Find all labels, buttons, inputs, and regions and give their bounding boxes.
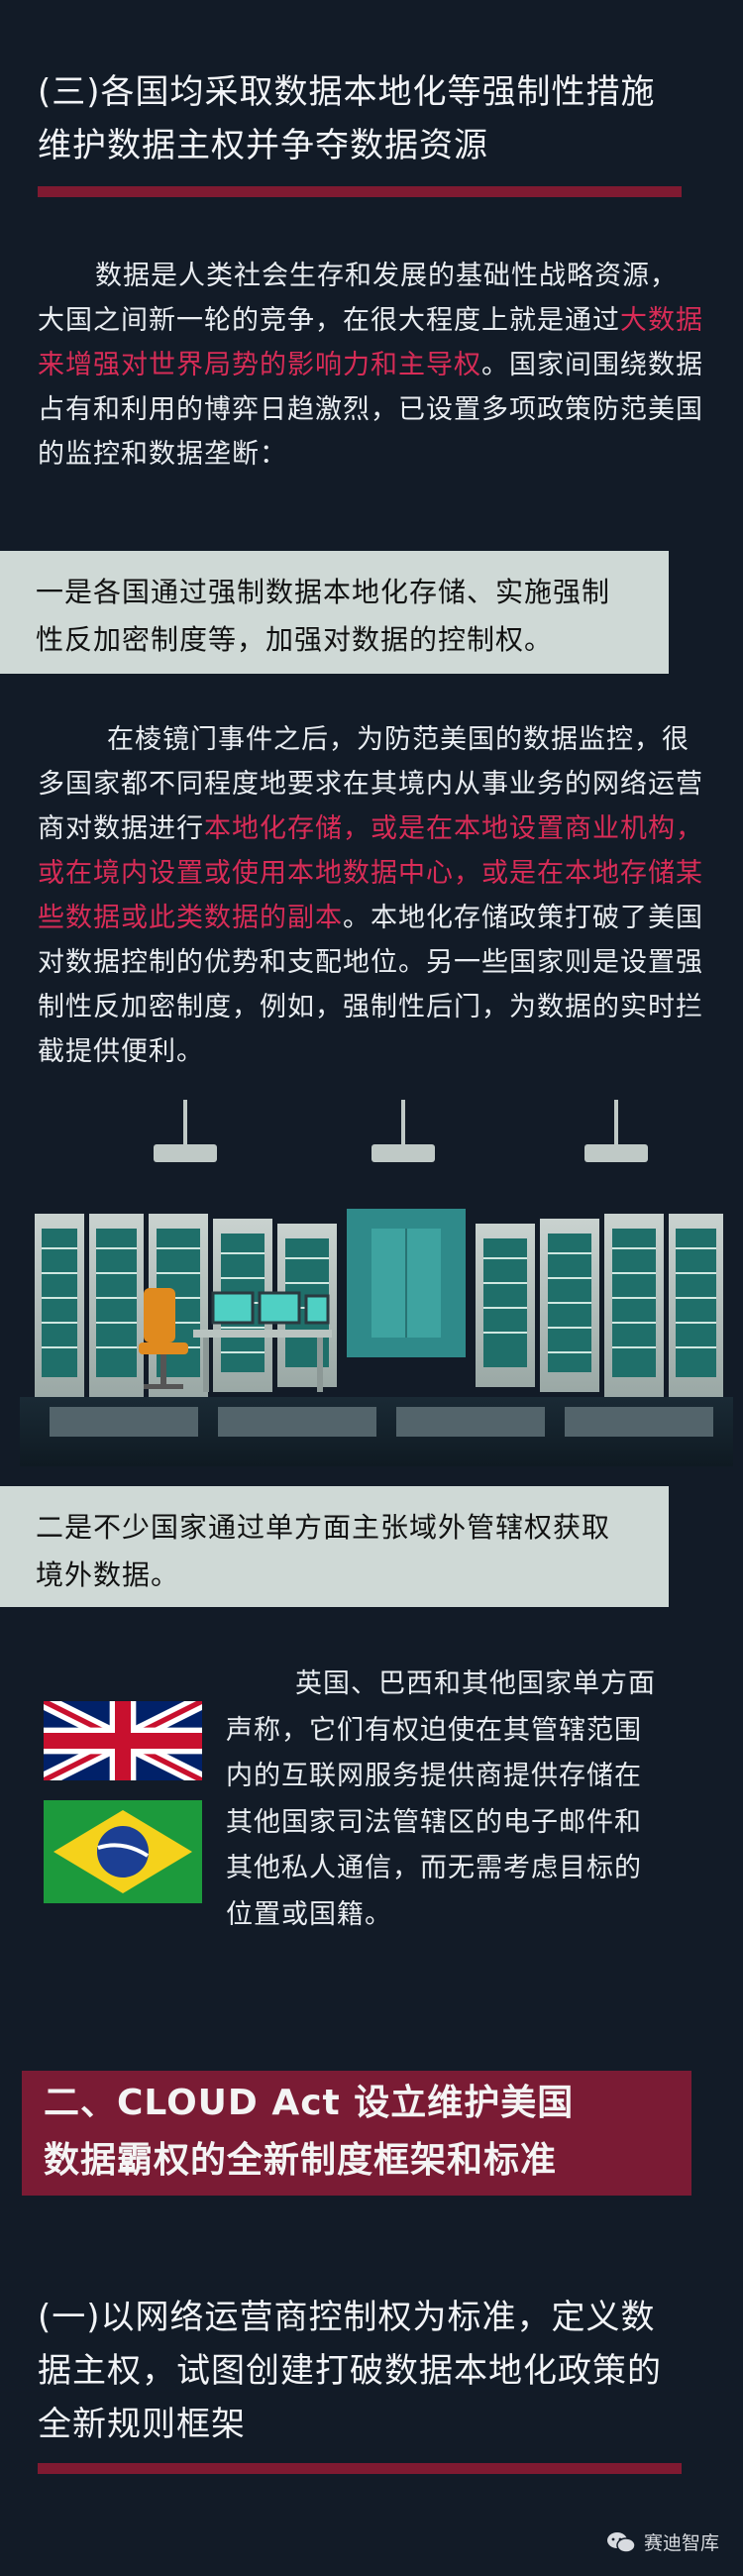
brazil-flag-icon	[44, 1800, 202, 1903]
heading2-underline-bar	[38, 2463, 682, 2474]
jurisdiction-line-1: 英国、巴西和其他国家单方面	[295, 1668, 656, 1699]
jurisdiction-line-5: 其他私人通信，而无需考虑目标的	[226, 1853, 642, 1883]
jurisdiction-line-6: 位置或国籍。	[226, 1898, 392, 1930]
callout2-line-2: 境外数据。	[36, 1558, 180, 1591]
heading2-line-2: 据主权，试图创建打破数据本地化政策的	[38, 2351, 662, 2391]
section-banner-line-1: 二、CLOUD Act 设立维护美国	[44, 2083, 575, 2123]
uk-flag-icon	[44, 1701, 202, 1780]
section-banner-cloud-act: 二、CLOUD Act 设立维护美国 数据霸权的全新制度框架和标准	[22, 2071, 691, 2196]
heading2-line-3: 全新规则框架	[38, 2405, 246, 2444]
heading-line-2: 维护数据主权并争夺数据资源	[38, 126, 488, 165]
section-heading-data-localization: (三)各国均采取数据本地化等强制性措施 维护数据主权并争夺数据资源	[38, 65, 721, 172]
heading-underline-bar	[38, 186, 682, 197]
jurisdiction-line-4: 其他国家司法管辖区的电子邮件和	[226, 1806, 642, 1838]
paragraph-prism: 在棱镜门事件之后，为防范美国的数据监控，很多国家都不同程度地要求在其境内从事业务…	[38, 717, 703, 1074]
jurisdiction-line-3: 内的互联网服务提供商提供存储在	[226, 1761, 642, 1791]
callout2-line-1: 二是不少国家通过单方面主张域外管辖权获取	[36, 1511, 611, 1544]
heading-line-1: (三)各国均采取数据本地化等强制性措施	[38, 72, 656, 112]
brand-watermark: 赛迪智库	[606, 2528, 719, 2555]
wechat-brand-icon	[607, 2531, 636, 2553]
section-heading-operator-control: (一)以网络运营商控制权为标准，定义数 据主权，试图创建打破数据本地化政策的 全…	[38, 2291, 721, 2451]
paragraph-intro: 数据是人类社会生存和发展的基础性战略资源，大国之间新一轮的竞争，在很大程度上就是…	[38, 254, 703, 477]
server-room-illustration	[20, 1100, 733, 1466]
paragraph-intro-text-1: 数据是人类社会生存和发展的基础性战略资源，大国之间新一轮的竞争，在很大程度上就是…	[38, 261, 678, 336]
callout-box-extraterritorial: 二是不少国家通过单方面主张域外管辖权获取 境外数据。	[0, 1486, 669, 1607]
callout-line-2: 性反加密制度等，加强对数据的控制权。	[36, 623, 554, 656]
callout-line-1: 一是各国通过强制数据本地化存储、实施强制	[36, 576, 611, 608]
brand-name: 赛迪智库	[644, 2532, 720, 2554]
heading2-line-1: (一)以网络运营商控制权为标准，定义数	[38, 2298, 656, 2337]
section-banner-line-2: 数据霸权的全新制度框架和标准	[44, 2140, 558, 2181]
jurisdiction-line-2: 声称，它们有权迫使在其管辖范围	[226, 1714, 642, 1746]
callout-box-localization: 一是各国通过强制数据本地化存储、实施强制 性反加密制度等，加强对数据的控制权。	[0, 551, 669, 674]
paragraph-jurisdiction: 英国、巴西和其他国家单方面 声称，它们有权迫使在其管辖范围 内的互联网服务提供商…	[226, 1662, 711, 1938]
